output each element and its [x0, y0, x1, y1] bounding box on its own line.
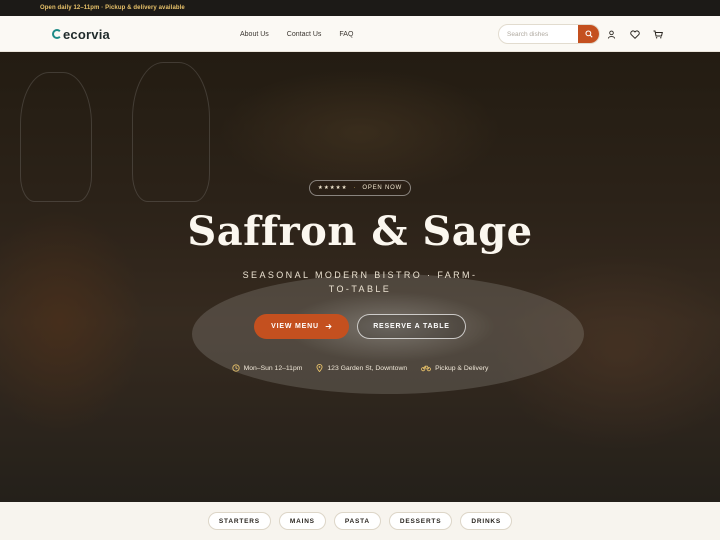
view-menu-label: VIEW MENU — [271, 323, 319, 330]
reserve-table-label: RESERVE A TABLE — [373, 323, 450, 330]
cart-icon[interactable] — [652, 29, 663, 40]
announcement-bar: Open daily 12–11pm · Pickup & delivery a… — [0, 0, 720, 16]
site-header: ecorvia About Us Contact Us FAQ — [0, 16, 720, 52]
announcement-text: Open daily 12–11pm · Pickup & delivery a… — [40, 5, 185, 11]
view-menu-button[interactable]: VIEW MENU — [254, 314, 349, 339]
hours-text: Mon–Sun 12–11pm — [243, 364, 303, 372]
reserve-table-button[interactable]: RESERVE A TABLE — [357, 314, 466, 339]
delivery-text: Pickup & Delivery — [435, 364, 489, 372]
main-nav: About Us Contact Us FAQ — [240, 16, 371, 52]
nav-contact-us[interactable]: Contact Us — [287, 31, 322, 38]
address-info: 123 Garden St, Downtown — [316, 364, 407, 372]
open-now-label: OPEN NOW — [362, 185, 403, 191]
site-logo[interactable]: ecorvia — [52, 26, 110, 42]
star-rating: ★★★★★ — [317, 185, 348, 191]
category-pills: STARTERS MAINS PASTA DESSERTS DRINKS — [0, 502, 720, 540]
heart-icon[interactable] — [629, 29, 640, 40]
hours-info: Mon–Sun 12–11pm — [231, 364, 303, 372]
hero-subtitle: SEASONAL MODERN BISTRO · FARM-TO-TABLE — [242, 270, 478, 294]
category-pasta[interactable]: PASTA — [333, 512, 381, 530]
hero-content: ★★★★★ · OPEN NOW Saffron & Sage SEASONAL… — [0, 52, 720, 502]
location-pin-icon — [316, 364, 323, 372]
category-mains[interactable]: MAINS — [278, 512, 326, 530]
category-starters[interactable]: STARTERS — [207, 512, 271, 530]
logo-mark-icon — [52, 29, 62, 39]
search-input[interactable] — [499, 25, 579, 43]
header-icons — [606, 16, 663, 52]
separator-dot: · — [353, 185, 357, 191]
bike-icon — [421, 365, 432, 372]
rating-badge: ★★★★★ · OPEN NOW — [309, 180, 411, 196]
search-icon — [584, 30, 593, 38]
search-button[interactable] — [578, 25, 599, 43]
clock-icon — [231, 364, 240, 372]
nav-faq[interactable]: FAQ — [339, 31, 353, 38]
arrow-right-icon — [325, 324, 332, 329]
address-text: 123 Garden St, Downtown — [327, 364, 408, 372]
category-desserts[interactable]: DESSERTS — [388, 512, 453, 530]
category-drinks[interactable]: DRINKS — [460, 512, 513, 530]
delivery-info: Pickup & Delivery — [421, 364, 488, 372]
search-bar — [498, 24, 600, 44]
hero-info-row: Mon–Sun 12–11pm 123 Garden St, Downtown … — [0, 364, 720, 372]
logo-text: ecorvia — [63, 26, 110, 42]
hero-section: ★★★★★ · OPEN NOW Saffron & Sage SEASONAL… — [0, 52, 720, 502]
user-icon[interactable] — [606, 29, 617, 40]
hero-title: Saffron & Sage — [187, 208, 533, 255]
nav-about-us[interactable]: About Us — [240, 31, 269, 38]
